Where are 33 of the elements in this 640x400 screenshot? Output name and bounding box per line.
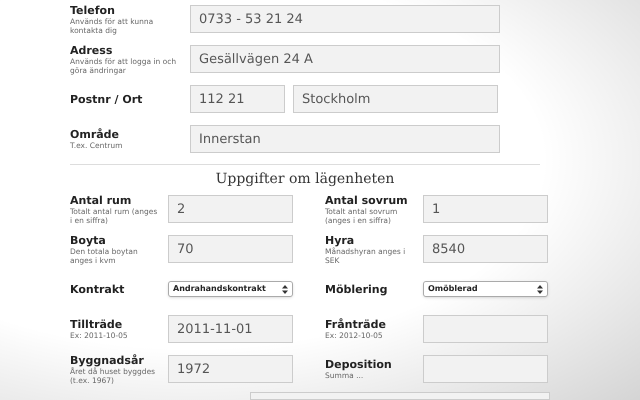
input-field[interactable]: 70 xyxy=(168,235,293,263)
input-field[interactable]: 1972 xyxy=(168,355,293,383)
updown-arrows-icon xyxy=(537,284,543,294)
field-label: Hyra xyxy=(325,234,356,246)
input-field[interactable]: 1 xyxy=(423,195,548,223)
field-label: Telefon xyxy=(70,4,116,16)
field-label: Möblering xyxy=(325,282,389,296)
input-field[interactable]: 8540 xyxy=(423,235,548,263)
input-field[interactable]: Gesällvägen 24 A xyxy=(190,45,500,73)
input-field[interactable] xyxy=(423,355,548,383)
input-field[interactable]: 2011-11-01 xyxy=(168,315,293,343)
field-label: Frånträde xyxy=(325,318,387,331)
text-area[interactable] xyxy=(250,392,550,400)
section-heading: Uppgifter om lägenheten xyxy=(214,170,396,189)
field-label: Byggnadsår xyxy=(70,354,145,366)
field-label: Tillträde xyxy=(70,318,124,331)
input-field[interactable] xyxy=(423,315,548,343)
field-label: Antal sovrum xyxy=(325,194,409,206)
dropdown[interactable]: Omöblerad xyxy=(423,281,548,297)
field-label: Adress xyxy=(70,44,114,56)
input-field[interactable]: 112 21 xyxy=(190,85,285,113)
field-label: Deposition xyxy=(325,358,393,371)
field-label: Boyta xyxy=(70,234,107,246)
field-label: Postnr / Ort xyxy=(70,92,144,106)
updown-arrows-icon xyxy=(282,284,288,294)
input-field[interactable]: 0733 - 53 21 24 xyxy=(190,5,500,33)
input-field[interactable]: Stockholm xyxy=(293,85,498,113)
dropdown[interactable]: Andrahandskontrakt xyxy=(168,281,293,297)
field-label: Kontrakt xyxy=(70,282,126,296)
input-field[interactable]: 2 xyxy=(168,195,293,223)
field-label: Antal rum xyxy=(70,194,132,206)
input-field[interactable]: Innerstan xyxy=(190,125,500,153)
field-label: Område xyxy=(70,128,120,141)
